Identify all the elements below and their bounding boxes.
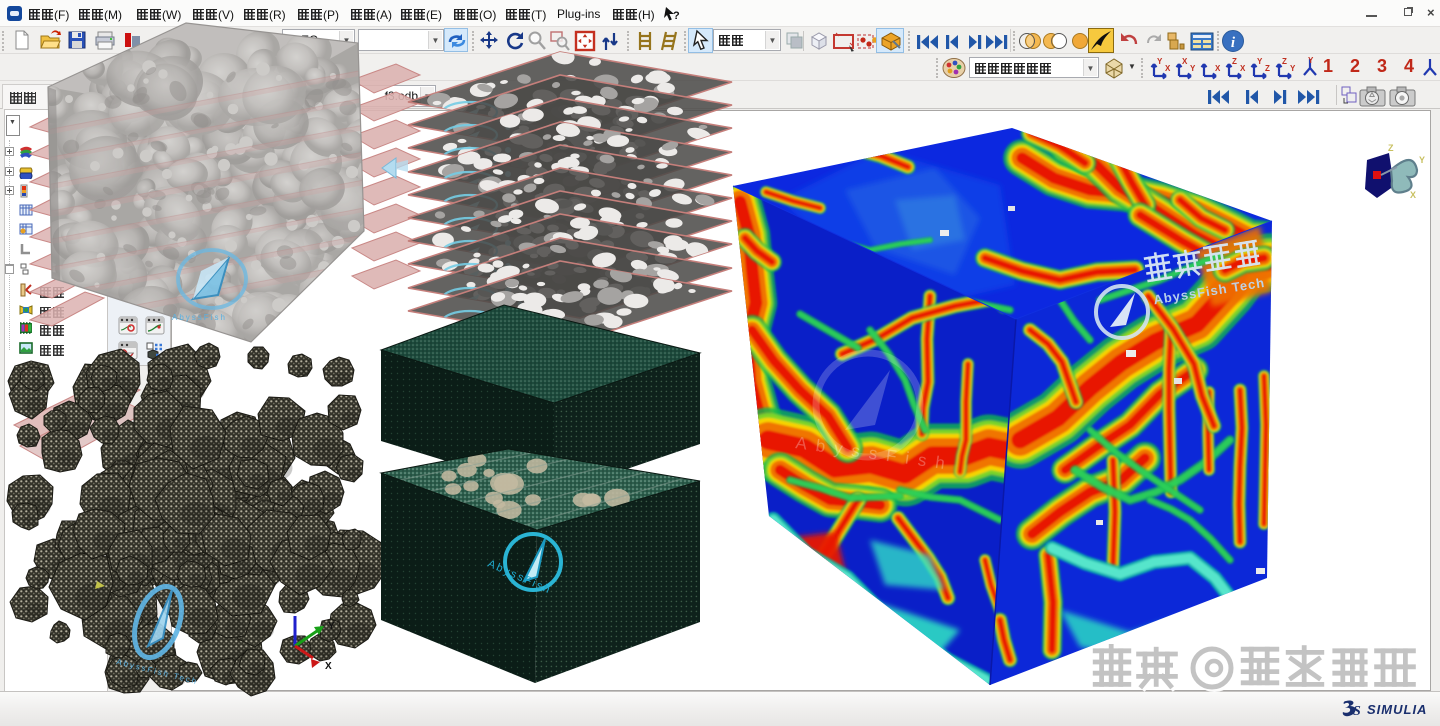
svg-text:X: X	[325, 661, 332, 672]
svg-text:SIMULIA: SIMULIA	[1367, 702, 1427, 717]
svg-text:X: X	[1410, 190, 1416, 200]
svg-text:AbyssFish: AbyssFish	[172, 313, 227, 322]
svg-text:Z: Z	[1388, 143, 1394, 153]
svg-text:Y: Y	[1419, 155, 1425, 165]
svg-text:Y: Y	[328, 621, 335, 632]
svg-text:S: S	[1353, 704, 1361, 719]
